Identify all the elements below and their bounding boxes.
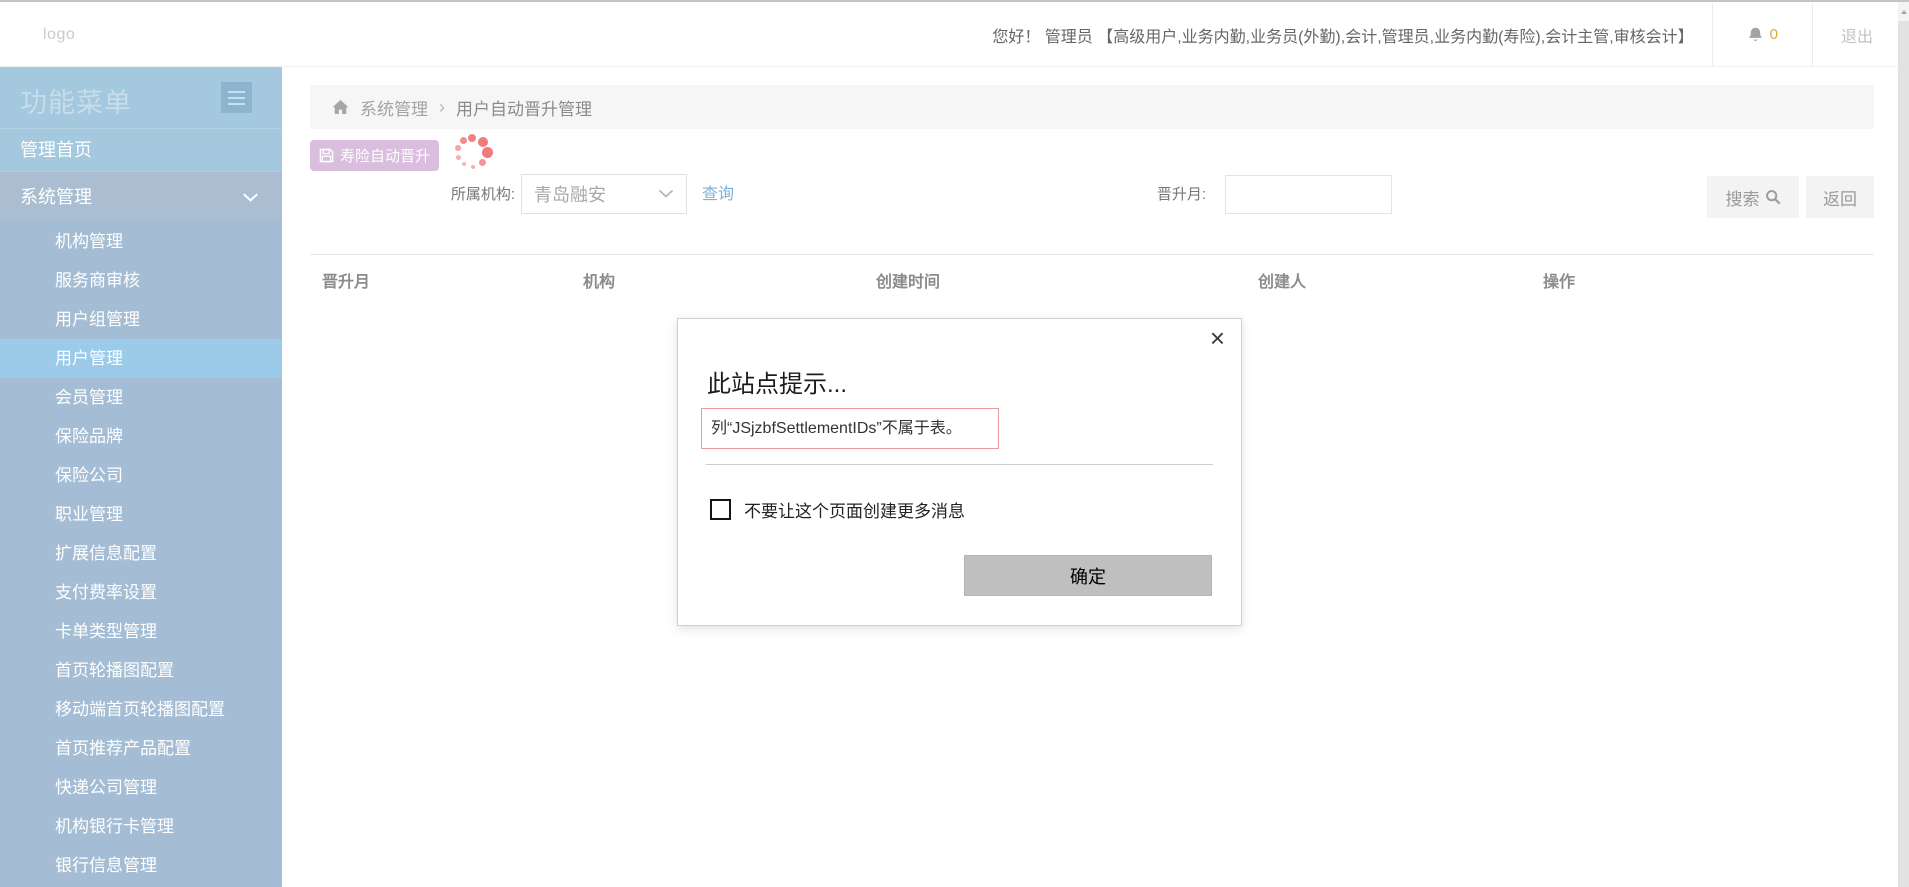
dialog-error-message: 列“JSjzbfSettlementIDs”不属于表。 bbox=[701, 408, 999, 449]
logout-link[interactable]: 退出 bbox=[1813, 23, 1887, 47]
menu-toggle-icon[interactable] bbox=[221, 82, 252, 113]
org-select-value: 青岛融安 bbox=[534, 185, 606, 205]
life-insurance-auto-promote-button[interactable]: 寿险自动晋升 bbox=[310, 140, 439, 171]
ok-button[interactable]: 确定 bbox=[964, 555, 1212, 596]
search-button-label: 搜索 bbox=[1725, 189, 1760, 209]
search-button[interactable]: 搜索 bbox=[1707, 176, 1799, 218]
sidebar-item[interactable]: 移动端首页轮播图配置 bbox=[0, 690, 282, 729]
breadcrumb-section[interactable]: 系统管理 bbox=[360, 95, 428, 120]
sidebar-item[interactable]: 会员管理 bbox=[0, 378, 282, 417]
close-icon[interactable]: × bbox=[1210, 323, 1225, 354]
logo: logo bbox=[43, 26, 76, 43]
table-column-header: 晋升月 bbox=[322, 274, 371, 291]
scrollbar-up-arrow-icon[interactable] bbox=[1898, 2, 1909, 21]
notification-count: 0 bbox=[1769, 26, 1778, 43]
table-column-header: 机构 bbox=[583, 274, 616, 291]
dont-show-again-row[interactable]: 不要让这个页面创建更多消息 bbox=[710, 497, 965, 522]
save-button-label: 寿险自动晋升 bbox=[339, 148, 430, 165]
dont-show-again-label: 不要让这个页面创建更多消息 bbox=[744, 502, 965, 521]
sidebar-group-system[interactable]: 系统管理 bbox=[0, 171, 282, 222]
sidebar-item[interactable]: 支付费率设置 bbox=[0, 573, 282, 612]
sidebar-item[interactable]: 首页推荐产品配置 bbox=[0, 729, 282, 768]
breadcrumb-separator-icon: › bbox=[439, 96, 445, 117]
results-table-header: 晋升月 机构 创建时间 创建人 操作 bbox=[310, 254, 1874, 292]
notifications-button[interactable]: 0 bbox=[1713, 26, 1812, 44]
org-label: 所属机构: bbox=[450, 186, 515, 203]
sidebar-group-label: 系统管理 bbox=[20, 187, 92, 207]
dialog-title: 此站点提示... bbox=[707, 371, 848, 398]
sidebar: 功能菜单 管理首页 系统管理 机构管理 服务商审核 用户组管理 用户管理 会员管理 保险品… bbox=[0, 67, 282, 887]
sidebar-item[interactable]: 保险品牌 bbox=[0, 417, 282, 456]
top-header: logo 您好！ 管理员 【高级用户,业务内勤,业务员(外勤),会计,管理员,业… bbox=[0, 0, 1909, 67]
vertical-scrollbar[interactable] bbox=[1898, 2, 1909, 887]
user-greeting: 您好！ 管理员 【高级用户,业务内勤,业务员(外勤),会计,管理员,业务内勤(寿… bbox=[992, 28, 1694, 46]
breadcrumb-current-page: 用户自动晋升管理 bbox=[456, 99, 592, 119]
sidebar-item[interactable]: 机构银行卡管理 bbox=[0, 807, 282, 846]
sidebar-item[interactable]: 扩展信息配置 bbox=[0, 534, 282, 573]
dont-show-again-checkbox[interactable] bbox=[710, 499, 731, 520]
sidebar-item[interactable]: 机构管理 bbox=[0, 222, 282, 261]
home-icon bbox=[332, 99, 349, 115]
header-right: 您好！ 管理员 【高级用户,业务内勤,业务员(外勤),会计,管理员,业务内勤(寿… bbox=[992, 2, 1887, 67]
sidebar-title: 功能菜单 bbox=[20, 88, 132, 118]
sidebar-item[interactable]: 首页轮播图配置 bbox=[0, 651, 282, 690]
org-select[interactable]: 青岛融安 bbox=[521, 174, 687, 214]
promotion-month-input[interactable] bbox=[1225, 175, 1392, 214]
site-message-dialog: × 此站点提示... 列“JSjzbfSettlementIDs”不属于表。 不… bbox=[677, 318, 1242, 626]
sidebar-item[interactable]: 服务商审核 bbox=[0, 261, 282, 300]
sidebar-submenu: 机构管理 服务商审核 用户组管理 用户管理 会员管理 保险品牌 保险公司 职业管理 扩展信息配置… bbox=[0, 222, 282, 885]
table-column-header: 操作 bbox=[1543, 274, 1576, 291]
sidebar-item[interactable]: 快递公司管理 bbox=[0, 768, 282, 807]
sidebar-item[interactable]: 保险公司 bbox=[0, 456, 282, 495]
chevron-down-icon bbox=[243, 193, 258, 202]
loading-spinner-icon bbox=[454, 133, 493, 171]
sidebar-item-home[interactable]: 管理首页 bbox=[0, 128, 282, 171]
breadcrumb: 系统管理 › 用户自动晋升管理 bbox=[310, 85, 1874, 129]
promotion-month-label: 晋升月: bbox=[1156, 186, 1206, 203]
table-column-header: 创建时间 bbox=[876, 274, 941, 291]
sidebar-item[interactable]: 卡单类型管理 bbox=[0, 612, 282, 651]
table-column-header: 创建人 bbox=[1258, 274, 1307, 291]
query-link[interactable]: 查询 bbox=[702, 174, 734, 216]
sidebar-item[interactable]: 用户管理 bbox=[0, 339, 282, 378]
sidebar-header: 功能菜单 bbox=[0, 67, 282, 128]
save-icon bbox=[319, 148, 334, 163]
sidebar-item[interactable]: 职业管理 bbox=[0, 495, 282, 534]
search-icon bbox=[1765, 190, 1780, 205]
back-button[interactable]: 返回 bbox=[1806, 176, 1874, 218]
select-chevron-icon bbox=[658, 189, 674, 198]
bell-icon bbox=[1748, 27, 1762, 41]
sidebar-item[interactable]: 用户组管理 bbox=[0, 300, 282, 339]
back-button-label: 返回 bbox=[1823, 189, 1857, 209]
sidebar-item[interactable]: 银行信息管理 bbox=[0, 846, 282, 885]
dialog-divider bbox=[706, 464, 1213, 465]
